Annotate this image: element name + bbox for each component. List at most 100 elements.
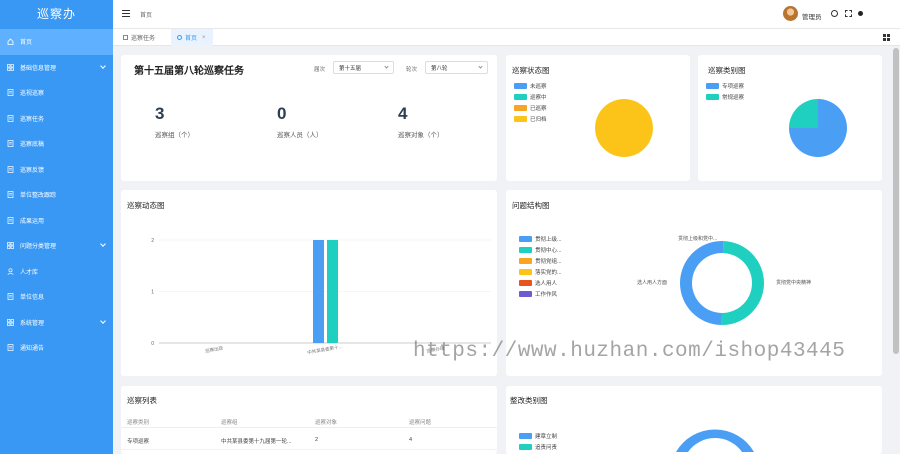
menu-toggle-icon[interactable] (122, 10, 130, 17)
sidebar-item-label: 人才库 (20, 269, 39, 276)
list-title: 巡察列表 (127, 396, 157, 405)
breadcrumb[interactable]: 首页 (140, 10, 152, 19)
bar[interactable] (313, 240, 324, 343)
doc-icon (7, 293, 14, 301)
avatar[interactable] (783, 6, 798, 21)
kpi-targets-value: 4 (398, 104, 408, 123)
tab-home[interactable]: 首页 × (171, 29, 213, 46)
pie-slice[interactable] (594, 99, 653, 158)
x-tick-label: 巡察出现 (205, 344, 224, 354)
task-summary-card: 第十五届第八轮巡察任务 届次 第十五届 轮次 第八轮 3 巡察组（个） 0 巡察… (121, 55, 497, 181)
sidebar-item[interactable]: 人才库 (0, 259, 113, 285)
sidebar-item[interactable]: 首页 (0, 29, 113, 55)
sidebar-item-label: 首页 (20, 40, 33, 47)
sidebar-item-label: 成果运用 (20, 218, 45, 225)
sidebar-item-label: 巡察任务 (20, 116, 45, 123)
doc-icon (7, 114, 14, 122)
round-select[interactable]: 第八轮 (425, 61, 488, 74)
session-value: 第十五届 (339, 65, 362, 72)
pie-slice[interactable] (721, 241, 765, 325)
cell-target: 2 (315, 437, 319, 443)
tab-label: 首页 (185, 36, 198, 42)
status-pie (594, 99, 653, 158)
round-value: 第八轮 (431, 65, 448, 72)
header-problem: 巡察问题 (409, 420, 432, 426)
chevron-down-icon (384, 64, 389, 69)
rectify-donut-chart (676, 429, 754, 452)
doc-icon (7, 89, 14, 97)
tab-task[interactable]: 巡察任务 (117, 29, 161, 46)
cell-problem: 4 (409, 437, 413, 443)
table-row[interactable]: 专项巡察 中共某县委第十九届第一轮... 2 4 (121, 430, 497, 450)
kpi-people-value: 0 (277, 104, 287, 123)
grid-icon (7, 63, 14, 71)
pie-slice[interactable] (789, 99, 818, 128)
donut-label-right: 贯彻党中央精神 (776, 280, 812, 286)
category-pie (789, 99, 847, 157)
kpi-groups-label: 巡察组（个） (155, 132, 194, 139)
sidebar-item[interactable]: 巡察任务 (0, 106, 113, 132)
sidebar: 巡察办 首页基础信息管理巡视巡察巡察任务巡察底稿巡察反馈单位整改跟踪 成果运用问题… (0, 0, 113, 454)
sidebar-item-label: 巡察反馈 (20, 167, 45, 174)
header-target: 巡察对象 (315, 420, 338, 426)
grid-icon (7, 242, 14, 250)
grid-icon (7, 318, 14, 326)
cell-group: 中共某县委第十九届第一轮... (221, 439, 292, 445)
sidebar-item[interactable]: 系统管理 (0, 310, 113, 336)
sidebar-item[interactable]: 通知通告 (0, 335, 113, 361)
bar[interactable] (327, 240, 338, 343)
page-scrollbar[interactable] (893, 48, 899, 354)
doc-icon (7, 140, 14, 148)
sidebar-item[interactable]: 单位整改跟踪 (0, 182, 113, 208)
rectify-donut-arc (676, 429, 754, 452)
sidebar-item[interactable]: 巡察反馈 (0, 157, 113, 183)
session-select[interactable]: 第十五届 (333, 61, 394, 74)
user-name[interactable]: 管理员 (802, 11, 822, 21)
tabs-bar: 巡察任务 首页 × (113, 29, 900, 46)
settings-icon[interactable] (831, 10, 838, 17)
donut-label-left: 选人用人方面 (637, 280, 668, 286)
status-chart-card: 巡察状态图 未巡察 巡察中 已巡察 已归档 (506, 55, 690, 181)
kpi-targets-label: 巡察对象（个） (398, 132, 444, 139)
chevron-down-icon (100, 241, 106, 247)
sidebar-nav: 首页基础信息管理巡视巡察巡察任务巡察底稿巡察反馈单位整改跟踪 成果运用问题分类管理… (0, 29, 113, 361)
sidebar-item-label: 问题分类管理 (20, 244, 57, 251)
y-tick-label: 1 (151, 290, 154, 296)
sidebar-item-label: 单位整改跟踪 (20, 193, 57, 200)
close-icon[interactable]: × (202, 35, 206, 41)
sidebar-item[interactable]: 巡察底稿 (0, 131, 113, 157)
user-icon (7, 268, 14, 275)
layout-grid-icon[interactable] (883, 34, 890, 41)
chevron-down-icon (100, 317, 106, 324)
chevron-down-icon (478, 64, 483, 69)
header-group: 巡察组 (221, 420, 238, 426)
sidebar-item[interactable]: 成果运用 (0, 208, 113, 234)
doc-icon (7, 165, 14, 173)
y-tick-label: 0 (151, 341, 154, 347)
sidebar-item[interactable]: 单位信息 (0, 284, 113, 310)
fullscreen-icon[interactable] (845, 10, 852, 17)
doc-icon (7, 191, 14, 199)
sidebar-item-label: 通知通告 (20, 346, 45, 353)
list-card: 巡察列表 巡察类别 巡察组 巡察对象 巡察问题 专项巡察 中共某县委第十九届第一… (121, 386, 497, 454)
kpi-groups-value: 3 (155, 104, 165, 123)
more-icon[interactable] (858, 11, 863, 16)
table-header: 巡察类别 巡察组 巡察对象 巡察问题 (121, 412, 497, 428)
y-tick-label: 2 (151, 238, 154, 244)
sidebar-item[interactable]: 问题分类管理 (0, 233, 113, 259)
pie-slice[interactable] (679, 241, 722, 325)
tab-label: 巡察任务 (131, 36, 156, 42)
session-label: 届次 (314, 67, 326, 73)
donut-label-top: 贯彻上级和党中... (678, 236, 718, 242)
cell-category: 专项巡察 (127, 439, 150, 445)
x-tick-label: 中共某县委第十... (307, 343, 343, 356)
app-title: 巡察办 (36, 7, 76, 21)
doc-icon (7, 216, 14, 224)
sidebar-item-label: 单位信息 (20, 295, 45, 302)
round-label: 轮次 (406, 67, 418, 73)
top-bar: 首页 管理员 (113, 0, 900, 29)
kpi-people-label: 巡察人员（人） (277, 132, 323, 139)
sidebar-item[interactable]: 巡视巡察 (0, 80, 113, 106)
sidebar-item-label: 基础信息管理 (20, 65, 57, 72)
sidebar-item[interactable]: 基础信息管理 (0, 55, 113, 81)
